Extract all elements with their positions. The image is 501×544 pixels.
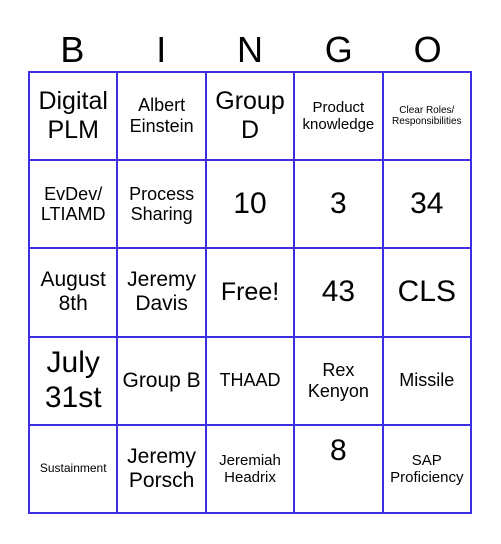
header-letter-b: B: [60, 29, 85, 70]
header-letter-n: N: [236, 29, 263, 70]
bingo-cell[interactable]: THAAD: [205, 336, 295, 425]
header-letter-i: I: [156, 29, 167, 70]
bingo-cell[interactable]: Digital PLM: [29, 72, 118, 161]
bingo-cell[interactable]: 8: [294, 424, 383, 513]
bingo-header: B I N G O: [28, 30, 472, 70]
bingo-cell[interactable]: Clear Roles/ Responsibilities: [382, 72, 471, 161]
bingo-cell[interactable]: Jeremy Porsch: [117, 424, 206, 513]
bingo-cell[interactable]: Albert Einstein: [117, 72, 206, 161]
bingo-cell[interactable]: 34: [382, 160, 471, 249]
bingo-cell[interactable]: CLS: [382, 248, 471, 337]
bingo-cell[interactable]: EvDev/ LTIAMD: [29, 160, 118, 249]
bingo-cell[interactable]: SAP Proficiency: [382, 424, 471, 513]
bingo-cell[interactable]: Process Sharing: [117, 160, 206, 249]
bingo-cell[interactable]: Sustainment: [29, 424, 118, 513]
header-letter-g: G: [324, 29, 353, 70]
bingo-cell[interactable]: August 8th: [29, 248, 118, 337]
bingo-cell[interactable]: Jeremy Davis: [117, 248, 206, 337]
bingo-grid: Digital PLM Albert Einstein Group D Prod…: [28, 71, 472, 514]
bingo-cell[interactable]: Missile: [382, 336, 471, 425]
bingo-cell[interactable]: Group B: [117, 336, 206, 425]
bingo-cell[interactable]: 3: [294, 160, 383, 249]
free-space[interactable]: Free!: [205, 248, 295, 337]
bingo-cell[interactable]: July 31st: [29, 336, 118, 425]
header-letter-o: O: [413, 29, 442, 70]
bingo-cell[interactable]: Product knowledge: [294, 72, 383, 161]
bingo-cell[interactable]: 43: [294, 248, 383, 337]
bingo-cell[interactable]: Rex Kenyon: [294, 336, 383, 425]
bingo-cell[interactable]: Group D: [205, 72, 295, 161]
bingo-cell[interactable]: 10: [205, 160, 295, 249]
bingo-cell[interactable]: Jeremiah Headrix: [205, 424, 295, 513]
